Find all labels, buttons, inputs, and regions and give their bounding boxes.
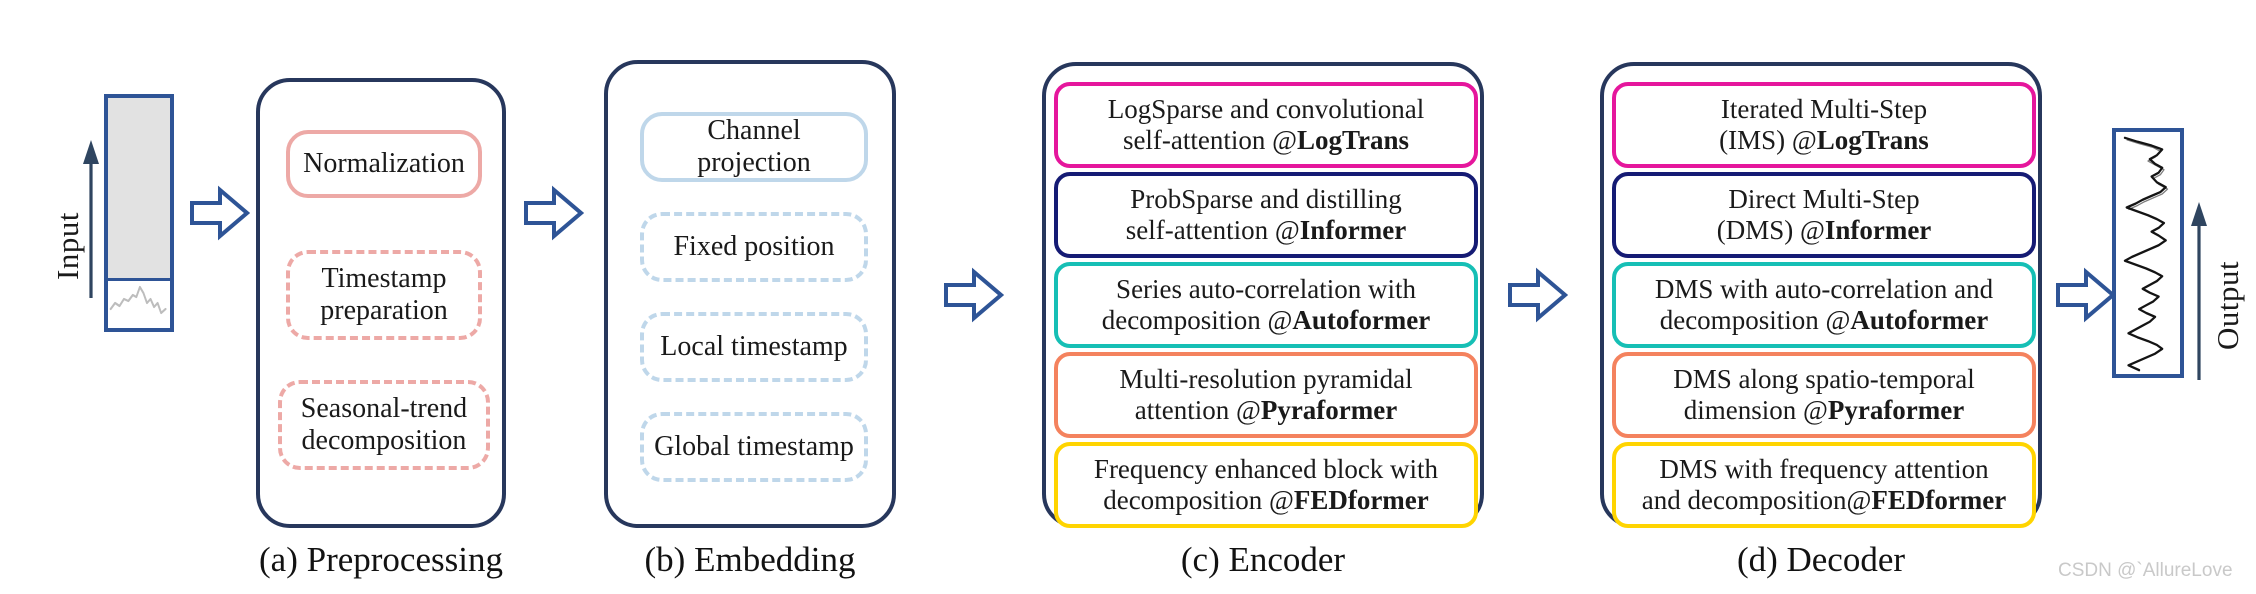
input-block-fill: [108, 98, 170, 281]
item-label: Fixed position: [673, 230, 835, 262]
item-label: Seasonal-trend decomposition: [295, 393, 473, 458]
item-label: DMS with frequency attention and decompo…: [1636, 454, 2013, 517]
input-series-block: [104, 94, 174, 332]
item-label: LogSparse and convolutional self-attenti…: [1102, 94, 1430, 157]
preprocessing-item-seasonal-trend-decomposition[interactable]: Seasonal-trend decomposition: [278, 380, 490, 470]
item-label-line1: Seasonal-trend: [300, 392, 468, 424]
item-label-line2: (DMS) @: [1716, 215, 1825, 245]
item-label-line1: DMS with auto-correlation and: [1654, 273, 1994, 304]
item-label: Multi-resolution pyramidal attention @Py…: [1113, 364, 1418, 427]
item-label: DMS with auto-correlation and decomposit…: [1649, 274, 1999, 337]
item-label: DMS along spatio-temporal dimension @Pyr…: [1667, 364, 1980, 427]
panel-encoder: LogSparse and convolutional self-attenti…: [1042, 62, 1484, 528]
input-axis-label: Input: [50, 212, 85, 280]
item-label-line2: decomposition @: [1659, 305, 1851, 335]
item-label: Channel projection: [697, 114, 811, 178]
panel-embedding: Channel projection Fixed position Local …: [604, 60, 896, 528]
flow-arrow-5: [2056, 265, 2116, 325]
panel-decoder: Iterated Multi-Step (IMS) @LogTrans Dire…: [1600, 62, 2042, 528]
decoder-item-autoformer[interactable]: DMS with auto-correlation and decomposit…: [1612, 262, 2036, 348]
item-model-name: FEDformer: [1871, 485, 2007, 515]
item-label-line1: Frequency enhanced block with: [1093, 453, 1439, 484]
item-label-line1: DMS with frequency attention: [1659, 453, 1989, 484]
item-label-line1: Multi-resolution pyramidal: [1119, 363, 1413, 394]
decoder-item-logtrans[interactable]: Iterated Multi-Step (IMS) @LogTrans: [1612, 82, 2036, 168]
panel-preprocessing: Normalization Timestamp preparation Seas…: [256, 78, 506, 528]
item-label: Frequency enhanced block with decomposit…: [1088, 454, 1444, 517]
embedding-item-global-timestamp[interactable]: Global timestamp: [640, 412, 868, 482]
item-model-name: Autoformer: [1292, 305, 1431, 335]
item-label-line1: Iterated Multi-Step: [1720, 93, 1928, 124]
item-label-line2: dimension @: [1683, 395, 1828, 425]
watermark: CSDN @`AllureLove: [2058, 560, 2233, 581]
output-waveform: [2116, 132, 2180, 374]
item-label: Normalization: [303, 147, 465, 179]
flow-arrow-3: [944, 265, 1004, 325]
encoder-item-informer[interactable]: ProbSparse and distilling self-attention…: [1054, 172, 1478, 258]
item-label-line2: attention @: [1134, 395, 1261, 425]
item-label-line1: LogSparse and convolutional: [1107, 93, 1425, 124]
output-axis-label: Output: [2210, 260, 2245, 350]
item-label-line2: self-attention @: [1122, 125, 1298, 155]
caption-preprocessing: (a) Preprocessing: [259, 540, 503, 579]
item-model-name: Informer: [1299, 215, 1407, 245]
decoder-item-fedformer[interactable]: DMS with frequency attention and decompo…: [1612, 442, 2036, 528]
caption-embedding: (b) Embedding: [644, 540, 856, 579]
flow-arrow-1: [190, 183, 250, 243]
item-model-name: Pyraformer: [1260, 395, 1398, 425]
flow-arrow-4: [1508, 265, 1568, 325]
item-label-line2: self-attention @: [1125, 215, 1300, 245]
item-label-line1: Direct Multi-Step: [1728, 183, 1920, 214]
decoder-item-informer[interactable]: Direct Multi-Step (DMS) @Informer: [1612, 172, 2036, 258]
decoder-item-pyraformer[interactable]: DMS along spatio-temporal dimension @Pyr…: [1612, 352, 2036, 438]
item-label-line1: Series auto-correlation with: [1116, 273, 1416, 304]
item-label: ProbSparse and distilling self-attention…: [1120, 184, 1413, 247]
embedding-item-channel-projection[interactable]: Channel projection: [640, 112, 868, 182]
item-model-name: LogTrans: [1297, 125, 1410, 155]
item-model-name: Autoformer: [1850, 305, 1989, 335]
item-label-line2: decomposition @: [1101, 305, 1293, 335]
item-label-line2: decomposition @: [1103, 485, 1294, 515]
item-label-line2: decomposition: [301, 425, 467, 456]
item-model-name: FEDformer: [1293, 485, 1429, 515]
item-label-line2: (IMS) @: [1719, 125, 1817, 155]
item-label: Global timestamp: [654, 430, 854, 462]
item-label-line1: DMS along spatio-temporal: [1673, 363, 1975, 394]
caption-encoder: (c) Encoder: [1180, 540, 1346, 579]
flow-arrow-2: [524, 183, 584, 243]
output-series-block: [2112, 128, 2184, 378]
output-direction-arrow: [2190, 200, 2208, 380]
embedding-item-fixed-position[interactable]: Fixed position: [640, 212, 868, 282]
item-label: Iterated Multi-Step (IMS) @LogTrans: [1713, 94, 1935, 157]
item-model-name: LogTrans: [1816, 125, 1929, 155]
item-label: Timestamp preparation: [314, 263, 454, 328]
preprocessing-item-timestamp-preparation[interactable]: Timestamp preparation: [286, 250, 482, 340]
caption-decoder: (d) Decoder: [1736, 540, 1906, 579]
item-model-name: Pyraformer: [1827, 395, 1965, 425]
item-model-name: Informer: [1824, 215, 1932, 245]
figure-canvas: Input Normalization Timestamp preparatio…: [0, 0, 2256, 594]
item-label-line2: preparation: [320, 295, 448, 326]
item-label-line1: ProbSparse and distilling: [1130, 183, 1402, 214]
encoder-item-pyraformer[interactable]: Multi-resolution pyramidal attention @Py…: [1054, 352, 1478, 438]
item-label: Direct Multi-Step (DMS) @Informer: [1711, 184, 1938, 247]
item-label: Local timestamp: [660, 330, 848, 362]
embedding-item-local-timestamp[interactable]: Local timestamp: [640, 312, 868, 382]
preprocessing-item-normalization[interactable]: Normalization: [286, 130, 482, 198]
item-label-line1: Timestamp: [321, 262, 447, 294]
item-label: Series auto-correlation with decompositi…: [1096, 274, 1437, 337]
input-waveform: [108, 273, 170, 328]
encoder-item-logtrans[interactable]: LogSparse and convolutional self-attenti…: [1054, 82, 1478, 168]
item-label-line2: and decomposition@: [1641, 485, 1872, 515]
encoder-item-autoformer[interactable]: Series auto-correlation with decompositi…: [1054, 262, 1478, 348]
encoder-item-fedformer[interactable]: Frequency enhanced block with decomposit…: [1054, 442, 1478, 528]
